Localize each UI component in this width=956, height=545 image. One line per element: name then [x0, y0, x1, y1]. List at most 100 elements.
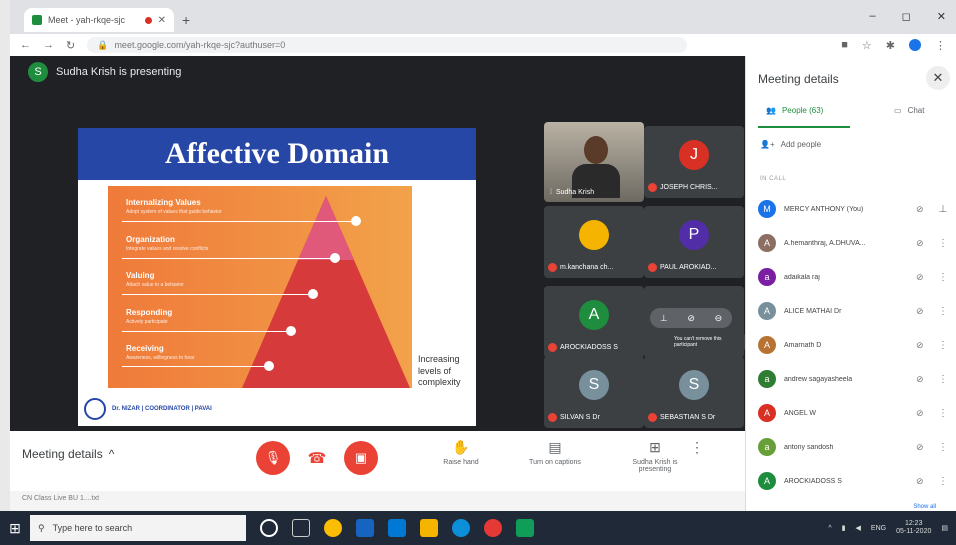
- mic-off-icon: [548, 413, 557, 422]
- cortana-icon[interactable]: [260, 519, 278, 537]
- back-icon[interactable]: ←: [20, 39, 31, 51]
- add-person-icon: 👤+: [760, 140, 775, 149]
- present-icon: ⊞: [649, 439, 661, 455]
- pin-icon[interactable]: ⊥: [938, 204, 948, 215]
- more-vert-icon[interactable]: ⋮: [938, 340, 948, 351]
- tab-chat[interactable]: ▭ Chat: [894, 106, 924, 115]
- new-tab-icon[interactable]: +: [182, 12, 190, 28]
- more-vert-icon[interactable]: ⋮: [938, 408, 948, 419]
- raise-hand-button[interactable]: ✋ Raise hand: [426, 439, 496, 466]
- participant-row[interactable]: A ALICE MATHAI Dr ⊘ ⋮: [758, 296, 948, 326]
- browser-menu-icon[interactable]: ⋮: [935, 39, 946, 52]
- mute-participant-icon[interactable]: ⊘: [687, 313, 695, 324]
- more-vert-icon[interactable]: ⋮: [938, 374, 948, 385]
- participant-row[interactable]: a antony sandosh ⊘ ⋮: [758, 432, 948, 462]
- participant-row[interactable]: A ANGEL W ⊘ ⋮: [758, 398, 948, 428]
- tile-hover-controls: ⊥ ⊘ ⊖: [650, 308, 732, 328]
- active-tab-indicator: [758, 126, 850, 128]
- url-field[interactable]: 🔒 meet.google.com/yah-rkqe-sjc?authuser=…: [87, 37, 688, 53]
- tile-paul[interactable]: P PAUL AROKIAD...: [644, 206, 744, 278]
- chrome-icon[interactable]: [324, 519, 342, 537]
- download-bar: CN Class Live BU 1....txt: [10, 491, 745, 511]
- participant-row[interactable]: A A.hemanthraj, A.DHUVA... ⊘ ⋮: [758, 228, 948, 258]
- chevron-up-icon: ^: [108, 447, 115, 461]
- camera-toggle-button[interactable]: ▣: [344, 441, 378, 475]
- edge-icon[interactable]: [452, 519, 470, 537]
- meet-control-bar: Meeting details ^ 🎙 ☎ ▣ ✋ Raise hand ▤ T…: [10, 431, 745, 491]
- add-people-label: Add people: [780, 140, 822, 149]
- tab-people[interactable]: 👥 People (63): [766, 106, 823, 115]
- language-indicator[interactable]: ENG: [871, 525, 886, 532]
- window-close-icon[interactable]: ✕: [937, 10, 946, 23]
- add-people-button[interactable]: 👤+ Add people: [760, 140, 821, 149]
- tile-avatar: S: [679, 370, 709, 400]
- chat-icon: ▭: [894, 106, 902, 115]
- more-vert-icon[interactable]: ⋮: [938, 442, 948, 453]
- participant-name: A.hemanthraj, A.DHUVA...: [784, 239, 866, 247]
- in-call-heading: IN CALL: [760, 176, 787, 182]
- more-vert-icon[interactable]: ⋮: [938, 272, 948, 283]
- browser-tabbar: Meet - yah-rkqe-sjc ✕ + – ◻ ✕: [10, 0, 956, 34]
- tile-kanchana[interactable]: m.kanchana ch...: [544, 206, 644, 278]
- clock[interactable]: 12:23 05-11-2020: [896, 520, 931, 537]
- pin-icon[interactable]: ⊥: [660, 313, 668, 324]
- mic-off-icon: ⊘: [916, 203, 924, 214]
- participant-row[interactable]: a adaikala raj ⊘ ⋮: [758, 262, 948, 292]
- tab-close-icon[interactable]: ✕: [158, 15, 166, 26]
- more-vert-icon[interactable]: ⋮: [938, 476, 948, 487]
- volume-icon[interactable]: ◀: [856, 524, 861, 532]
- tile-sebastian[interactable]: S SEBASTIAN S Dr: [644, 356, 744, 428]
- participant-row[interactable]: M MERCY ANTHONY (You) ⊘ ⊥: [758, 194, 948, 224]
- mic-off-icon: [648, 413, 657, 422]
- more-options-button[interactable]: ⋮: [682, 439, 712, 459]
- people-icon: 👥: [766, 106, 776, 115]
- participant-row[interactable]: a andrew sagayasheela ⊘ ⋮: [758, 364, 948, 394]
- chat-tab-label: Chat: [907, 106, 925, 115]
- download-chip[interactable]: CN Class Live BU 1....txt: [22, 495, 99, 502]
- level-dot: [330, 253, 340, 263]
- task-view-icon[interactable]: [292, 519, 310, 537]
- extensions-icon[interactable]: ✱: [886, 39, 895, 52]
- close-icon[interactable]: ✕: [926, 66, 950, 90]
- tile-sudha-krish[interactable]: ⁞ Sudha Krish: [544, 122, 644, 202]
- presenting-button[interactable]: ⊞ Sudha Krish is presenting: [620, 439, 690, 473]
- account-avatar[interactable]: [909, 39, 921, 51]
- mic-off-icon: ⊘: [916, 237, 924, 248]
- mail-icon[interactable]: [388, 519, 406, 537]
- level-dot: [286, 326, 296, 336]
- mic-off-icon: ⊘: [916, 373, 924, 384]
- chrome-active-icon[interactable]: [484, 519, 502, 537]
- participant-row[interactable]: A Amarnath D ⊘ ⋮: [758, 330, 948, 360]
- maximize-icon[interactable]: ◻: [902, 10, 911, 23]
- tray-chevron-icon[interactable]: ^: [828, 525, 831, 532]
- tile-joseph[interactable]: J JOSEPH CHRIS...: [644, 126, 744, 198]
- tile-arockiadoss[interactable]: A AROCKIADOSS S: [544, 286, 644, 358]
- word-icon[interactable]: [356, 519, 374, 537]
- file-explorer-icon[interactable]: [420, 519, 438, 537]
- mic-off-icon: [548, 263, 557, 272]
- captions-button[interactable]: ▤ Turn on captions: [520, 439, 590, 466]
- reload-icon[interactable]: ↻: [66, 39, 75, 52]
- windows-start-icon[interactable]: ⊞: [0, 511, 30, 545]
- presenting-text: Sudha Krish is presenting: [56, 66, 182, 78]
- remove-participant-icon[interactable]: ⊖: [715, 313, 723, 324]
- star-icon[interactable]: ☆: [862, 39, 872, 52]
- show-all-link[interactable]: Show all: [913, 504, 936, 510]
- network-icon[interactable]: ▮: [842, 524, 846, 532]
- tile-silvan[interactable]: S SILVAN S Dr: [544, 356, 644, 428]
- notifications-icon[interactable]: ▤: [941, 524, 948, 532]
- participant-row[interactable]: A AROCKIADOSS S ⊘ ⋮: [758, 466, 948, 496]
- captions-icon: ▤: [548, 439, 562, 455]
- forward-icon[interactable]: →: [43, 39, 54, 51]
- minimize-icon[interactable]: –: [870, 10, 876, 23]
- more-vert-icon[interactable]: ⋮: [938, 238, 948, 249]
- camera-indicator-icon[interactable]: ■: [841, 39, 848, 51]
- meeting-details-panel: Meeting details ✕ 👥 People (63) ▭ Chat 👤…: [745, 56, 956, 511]
- more-vert-icon[interactable]: ⋮: [938, 306, 948, 317]
- browser-tab[interactable]: Meet - yah-rkqe-sjc ✕: [24, 8, 174, 32]
- store-icon[interactable]: [516, 519, 534, 537]
- meeting-details-button[interactable]: Meeting details ^: [22, 447, 114, 461]
- mic-toggle-button[interactable]: 🎙: [256, 441, 290, 475]
- taskbar-search[interactable]: ⚲ Type here to search: [30, 515, 246, 541]
- leave-call-button[interactable]: ☎: [300, 441, 334, 475]
